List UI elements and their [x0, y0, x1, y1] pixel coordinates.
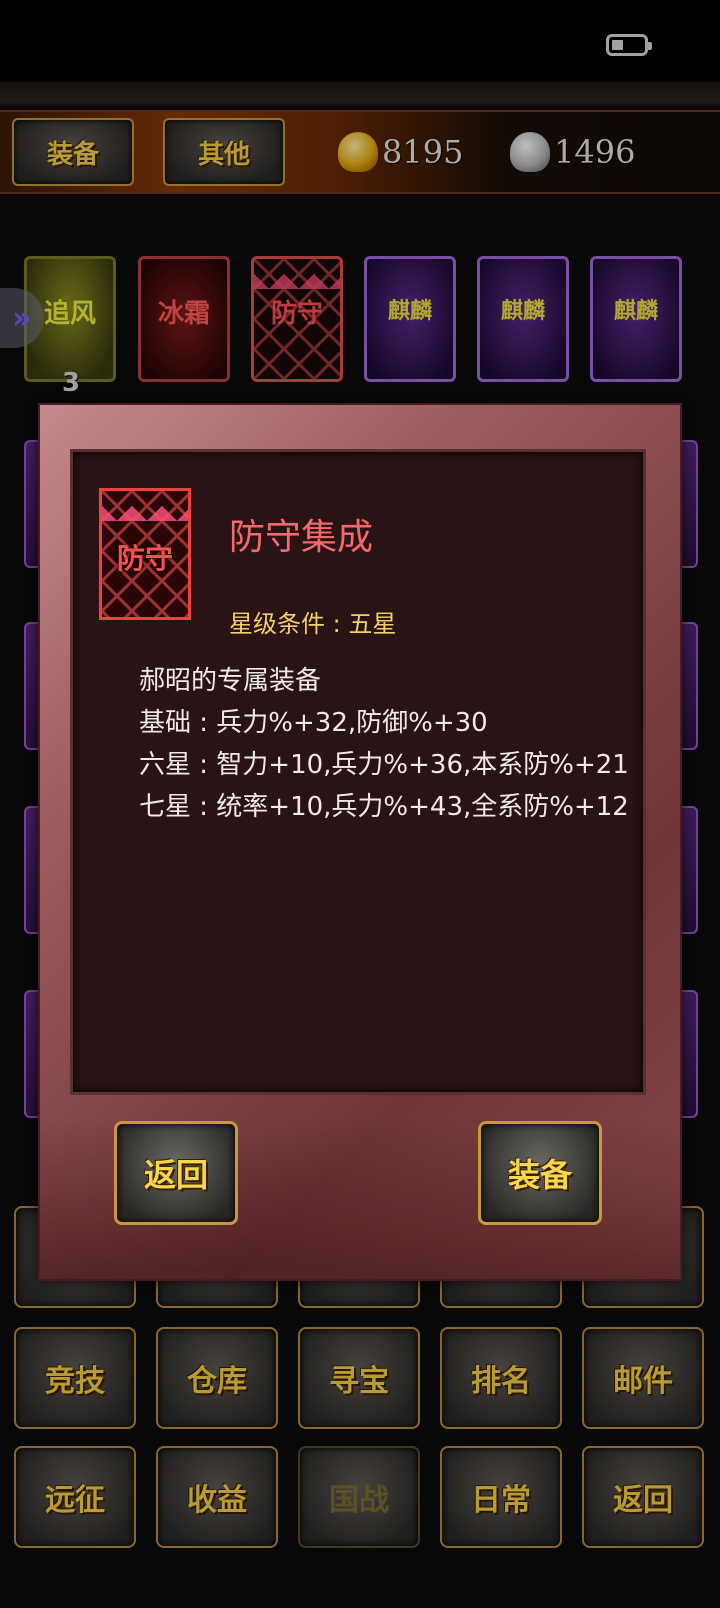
item-icon: 防守	[99, 488, 191, 620]
dialog-back-button[interactable]: 返回	[114, 1121, 238, 1225]
equipment-detail-dialog: 防守 防守集成 星级条件 : 五星 郝昭的专属装备 基础 : 兵力%+32,防御…	[38, 403, 682, 1281]
description-line: 六星 : 智力+10,兵力%+36,本系防%+21	[139, 750, 629, 780]
description-line: 七星 : 统率+10,兵力%+43,全系防%+12	[139, 792, 629, 822]
description-line: 基础 : 兵力%+32,防御%+30	[139, 708, 488, 738]
description-line: 郝昭的专属装备	[139, 666, 322, 696]
item-title: 防守集成	[229, 517, 374, 558]
dialog-equip-button[interactable]: 装备	[478, 1121, 602, 1225]
item-description: 郝昭的专属装备 基础 : 兵力%+32,防御%+30 六星 : 智力+10,兵力…	[139, 660, 629, 828]
item-icon-label: 防守	[116, 542, 173, 575]
dialog-content-panel: 防守 防守集成 星级条件 : 五星 郝昭的专属装备 基础 : 兵力%+32,防御…	[70, 449, 646, 1095]
star-condition: 星级条件 : 五星	[229, 610, 397, 638]
